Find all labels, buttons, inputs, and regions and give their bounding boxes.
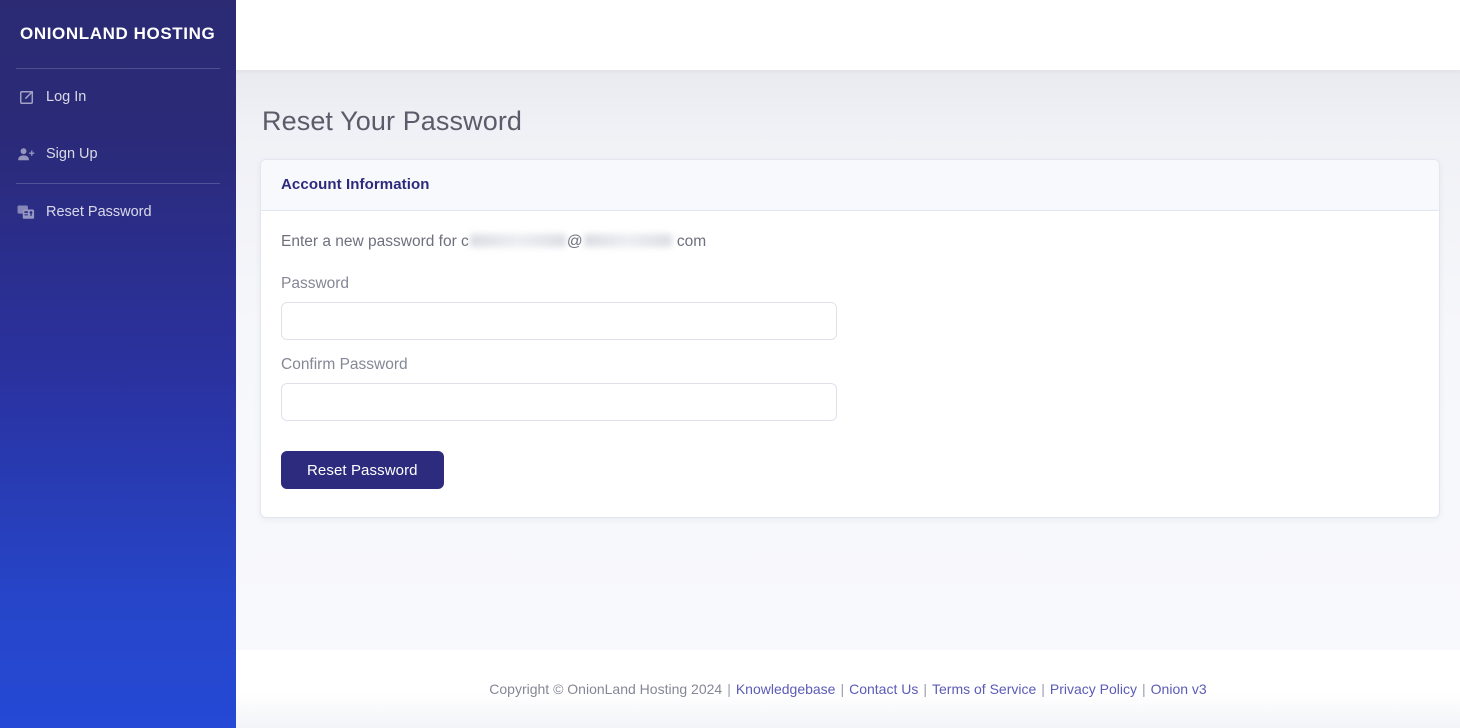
confirm-password-input[interactable] — [281, 383, 837, 421]
footer-link-contact-us[interactable]: Contact Us — [849, 681, 918, 697]
footer-separator: | — [840, 681, 845, 697]
main-content: Reset Your Password Account Information … — [236, 70, 1460, 650]
sidebar-item-label: Reset Password — [46, 204, 152, 221]
brand-name: ONIONLAND HOSTING — [20, 24, 216, 43]
footer-separator: | — [923, 681, 927, 697]
confirm-password-label: Confirm Password — [281, 356, 408, 373]
card-body: Enter a new password for c @ com Password… — [261, 211, 1439, 517]
content-wrapper: Reset Your Password Account Information … — [236, 0, 1460, 728]
app-root: ONIONLAND HOSTING Log In Sign Up Reset P… — [0, 0, 1460, 728]
redacted-email-local-part — [469, 234, 566, 247]
footer-separator: | — [1142, 681, 1146, 697]
sidebar-item-reset-password[interactable]: Reset Password — [0, 184, 236, 241]
account-information-card: Account Information Enter a new password… — [260, 159, 1440, 518]
redacted-email-domain — [583, 234, 672, 247]
brand-logo[interactable]: ONIONLAND HOSTING — [0, 0, 236, 68]
footer-copyright: Copyright © OnionLand Hosting 2024 — [489, 681, 723, 697]
footer-inner: Copyright © OnionLand Hosting 2024 | Kno… — [489, 681, 1206, 697]
password-field-group: Password — [281, 275, 1419, 340]
sign-in-icon — [16, 89, 36, 107]
instruction-suffix: com — [672, 233, 707, 250]
page-title: Reset Your Password — [262, 106, 523, 136]
password-input[interactable] — [281, 302, 837, 340]
instruction-at: @ — [566, 233, 583, 250]
id-card-icon — [16, 204, 36, 222]
sidebar-item-sign-up[interactable]: Sign Up — [0, 126, 236, 183]
instruction-text: Enter a new password for c @ com — [281, 233, 1419, 251]
footer-separator: | — [1041, 681, 1045, 697]
card-header-title: Account Information — [281, 176, 430, 193]
reset-password-button[interactable]: Reset Password — [281, 451, 444, 489]
footer: Copyright © OnionLand Hosting 2024 | Kno… — [236, 650, 1460, 728]
sidebar-nav: Log In Sign Up Reset Password — [0, 69, 236, 241]
password-label: Password — [281, 275, 350, 292]
sidebar-item-label: Log In — [46, 89, 87, 106]
topbar — [236, 0, 1460, 70]
user-plus-icon — [16, 146, 36, 164]
sidebar: ONIONLAND HOSTING Log In Sign Up Reset P… — [0, 0, 236, 728]
footer-link-knowledgebase[interactable]: Knowledgebase — [736, 681, 836, 697]
sidebar-item-label: Sign Up — [46, 146, 98, 163]
footer-link-onion-v3[interactable]: Onion v3 — [1151, 681, 1207, 697]
footer-link-privacy-policy[interactable]: Privacy Policy — [1050, 681, 1137, 697]
sidebar-item-log-in[interactable]: Log In — [0, 69, 236, 126]
instruction-prefix: Enter a new password for c — [281, 233, 469, 250]
confirm-password-field-group: Confirm Password — [281, 356, 1419, 421]
footer-link-terms-of-service[interactable]: Terms of Service — [932, 681, 1036, 697]
card-header: Account Information — [261, 160, 1439, 211]
footer-separator: | — [727, 681, 731, 697]
